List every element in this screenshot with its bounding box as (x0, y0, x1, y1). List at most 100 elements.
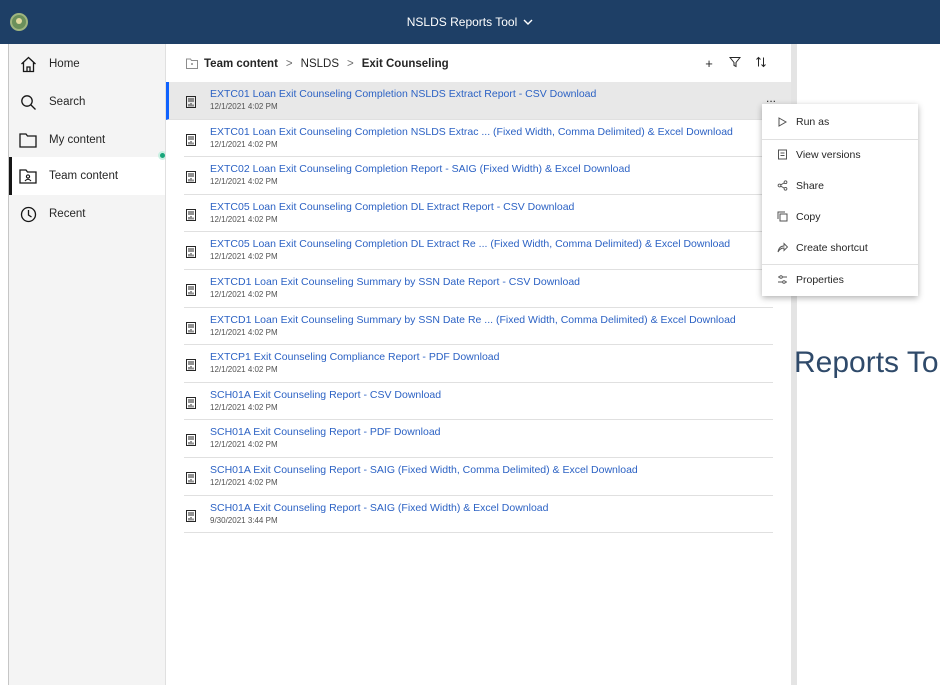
report-date: 12/1/2021 4:02 PM (210, 289, 278, 299)
sidebar-item-my-content[interactable]: My content (9, 121, 165, 159)
report-row[interactable]: EXTC02 Loan Exit Counseling Completion R… (184, 157, 773, 195)
top-bar: NSLDS Reports Tool (0, 0, 940, 44)
menu-item-label: Properties (796, 273, 844, 286)
report-date: 9/30/2021 3:44 PM (210, 515, 278, 525)
sidebar-item-label: Team content (49, 170, 119, 182)
app-title-switcher[interactable]: NSLDS Reports Tool (0, 15, 940, 29)
report-list: EXTC01 Loan Exit Counseling Completion N… (166, 82, 792, 534)
team-folder-icon (186, 58, 198, 70)
chevron-right-icon: > (285, 58, 293, 70)
report-title-link[interactable]: EXTCP1 Exit Counseling Compliance Report… (210, 351, 499, 363)
report-icon (186, 433, 196, 447)
report-row[interactable]: EXTC05 Loan Exit Counseling Completion D… (184, 232, 773, 270)
right-panel-title: Reports To (794, 346, 939, 379)
home-icon (19, 55, 37, 73)
report-icon (186, 509, 196, 522)
report-title-link[interactable]: EXTC01 Loan Exit Counseling Completion N… (210, 126, 733, 138)
report-icon (186, 245, 196, 259)
sidebar-item-search[interactable]: Search (9, 83, 165, 121)
folder-icon (19, 131, 37, 149)
filter-icon[interactable] (727, 56, 743, 71)
report-title-link[interactable]: SCH01A Exit Counseling Report - SAIG (Fi… (210, 502, 548, 514)
report-title-link[interactable]: SCH01A Exit Counseling Report - SAIG (Fi… (210, 464, 638, 476)
report-title-link[interactable]: EXTCD1 Loan Exit Counseling Summary by S… (210, 276, 580, 288)
menu-item-label: Create shortcut (796, 241, 868, 254)
report-row[interactable]: EXTCD1 Loan Exit Counseling Summary by S… (184, 270, 773, 308)
report-icon (186, 208, 196, 221)
report-date: 12/1/2021 4:02 PM (210, 252, 278, 262)
report-title-link[interactable]: SCH01A Exit Counseling Report - CSV Down… (210, 389, 441, 401)
report-row[interactable]: EXTC01 Loan Exit Counseling Completion N… (166, 82, 792, 120)
menu-item-copy[interactable]: Copy (762, 201, 918, 232)
context-menu: Run as View versions Share Copy Create s… (762, 104, 918, 296)
versions-icon (776, 149, 788, 161)
chevron-down-icon[interactable] (523, 17, 533, 29)
team-folder-icon (19, 167, 37, 185)
play-icon (776, 116, 788, 128)
sidebar-item-label: Recent (49, 208, 86, 220)
menu-item-label: Copy (796, 210, 821, 223)
shortcut-icon (776, 242, 788, 254)
report-title-link[interactable]: EXTC01 Loan Exit Counseling Completion N… (210, 88, 596, 100)
menu-item-label: Share (796, 179, 825, 192)
properties-icon (776, 274, 788, 286)
report-icon (186, 471, 196, 484)
sidebar-item-label: Home (49, 58, 80, 70)
toolbar: + (701, 56, 769, 71)
report-row[interactable]: EXTC01 Loan Exit Counseling Completion N… (184, 120, 773, 158)
sidebar-item-label: Search (49, 96, 86, 108)
report-row[interactable]: SCH01A Exit Counseling Report - SAIG (Fi… (184, 458, 773, 496)
menu-item-label: View versions (796, 148, 861, 161)
report-icon (186, 170, 196, 184)
menu-item-share[interactable]: Share (762, 170, 918, 201)
report-date: 12/1/2021 4:02 PM (210, 102, 278, 111)
app-title[interactable]: NSLDS Reports Tool (407, 15, 518, 29)
report-row[interactable]: EXTC05 Loan Exit Counseling Completion D… (184, 195, 773, 233)
report-title-link[interactable]: EXTC05 Loan Exit Counseling Completion D… (210, 238, 730, 250)
report-date: 12/1/2021 4:02 PM (210, 365, 278, 375)
search-icon (19, 93, 37, 111)
menu-item-properties[interactable]: Properties (762, 264, 918, 295)
report-icon (186, 321, 196, 334)
breadcrumb: Team content > NSLDS > Exit Counseling (186, 58, 449, 70)
sidebar-item-label: My content (49, 134, 106, 146)
report-row[interactable]: EXTCP1 Exit Counseling Compliance Report… (184, 345, 773, 383)
menu-item-label: Run as (796, 115, 830, 128)
chevron-right-icon: > (347, 58, 354, 70)
menu-item-create-shortcut[interactable]: Create shortcut (762, 232, 918, 263)
report-title-link[interactable]: EXTCD1 Loan Exit Counseling Summary by S… (210, 314, 736, 326)
report-icon (186, 396, 196, 409)
add-button[interactable]: + (701, 56, 717, 71)
report-date: 12/1/2021 4:02 PM (210, 402, 278, 412)
sidebar-item-team-content[interactable]: Team content (9, 157, 165, 195)
report-icon (186, 283, 196, 296)
sidebar-item-recent[interactable]: Recent (9, 195, 165, 233)
report-row[interactable]: SCH01A Exit Counseling Report - CSV Down… (184, 383, 773, 421)
report-date: 12/1/2021 4:02 PM (210, 139, 278, 149)
sidebar-item-home[interactable]: Home (9, 45, 165, 83)
report-title-link[interactable]: SCH01A Exit Counseling Report - PDF Down… (210, 426, 441, 438)
sidebar: Home Search My content Team content Rece… (0, 44, 167, 685)
report-icon (186, 358, 196, 372)
content-panel: Team content > NSLDS > Exit Counseling +… (165, 44, 792, 685)
report-icon (186, 95, 196, 108)
breadcrumb-team-content[interactable]: Team content (204, 58, 278, 70)
report-row[interactable]: SCH01A Exit Counseling Report - PDF Down… (184, 420, 773, 458)
clock-icon (19, 205, 37, 223)
report-date: 12/1/2021 4:02 PM (210, 327, 278, 337)
copy-icon (776, 211, 788, 223)
report-title-link[interactable]: EXTC05 Loan Exit Counseling Completion D… (210, 201, 574, 213)
report-date: 12/1/2021 4:02 PM (210, 440, 278, 450)
report-title-link[interactable]: EXTC02 Loan Exit Counseling Completion R… (210, 163, 630, 175)
overflow-menu-button[interactable]: ... (766, 91, 776, 105)
breadcrumb-nslds[interactable]: NSLDS (301, 58, 339, 70)
breadcrumb-current: Exit Counseling (361, 58, 449, 70)
share-icon (776, 180, 788, 192)
report-date: 12/1/2021 4:02 PM (210, 177, 278, 187)
sort-icon[interactable] (753, 56, 769, 71)
report-row[interactable]: SCH01A Exit Counseling Report - SAIG (Fi… (184, 496, 773, 534)
menu-item-run-as[interactable]: Run as (762, 106, 918, 137)
report-row[interactable]: EXTCD1 Loan Exit Counseling Summary by S… (184, 308, 773, 346)
report-date: 12/1/2021 4:02 PM (210, 214, 278, 224)
menu-item-view-versions[interactable]: View versions (762, 139, 918, 170)
